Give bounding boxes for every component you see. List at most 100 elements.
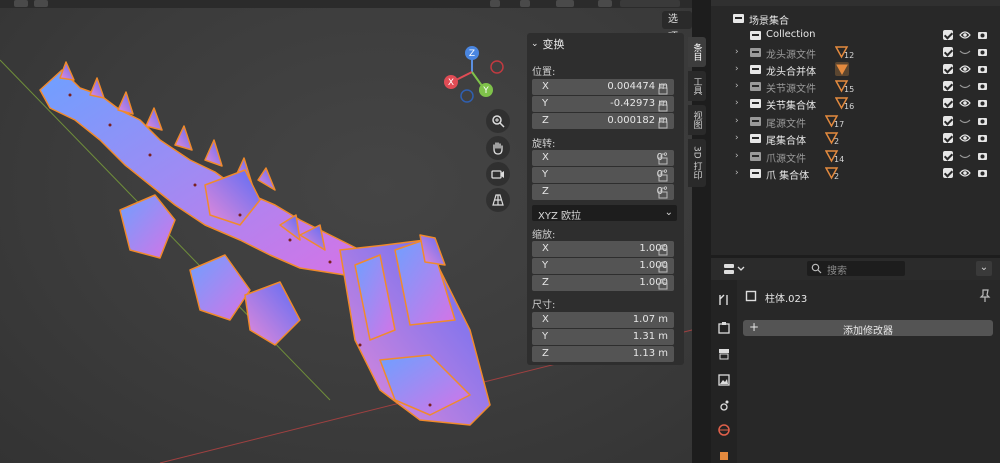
camera-view-button[interactable] <box>486 162 510 186</box>
scale-y-field[interactable]: Y 1.000 <box>532 258 674 274</box>
tab-world[interactable] <box>716 422 732 438</box>
rotation-mode-select[interactable]: XYZ 欧拉 ⌄ <box>532 205 677 222</box>
properties-search-input[interactable]: 搜索 <box>807 261 905 277</box>
exclude-checkbox[interactable] <box>943 133 953 143</box>
eye-icon[interactable] <box>959 64 971 74</box>
options-dropdown[interactable]: 选项 <box>662 11 692 43</box>
dimension-y-field[interactable]: Y 1.31 m <box>532 329 674 345</box>
exclude-checkbox[interactable] <box>943 81 953 91</box>
exclude-checkbox[interactable] <box>943 98 953 108</box>
scale-z-field[interactable]: Z 1.000 <box>532 275 674 291</box>
camera-icon[interactable] <box>977 133 988 143</box>
gizmo-neg-z[interactable] <box>460 89 474 103</box>
tab-tool[interactable]: 工具 <box>688 71 706 101</box>
mesh-count-badge: 2 <box>824 166 839 181</box>
exclude-checkbox[interactable] <box>943 168 953 178</box>
expand-arrow-icon[interactable]: › <box>735 98 739 108</box>
lock-icon[interactable] <box>658 117 668 129</box>
mesh-count-badge: 16 <box>834 96 854 111</box>
pan-view-button[interactable] <box>486 136 510 160</box>
outliner-row[interactable]: › 关节集合体 16 <box>711 95 1000 112</box>
navigation-gizmo[interactable]: Z X Y <box>440 44 510 104</box>
outliner-row[interactable]: › 爪源文件 14 <box>711 148 1000 165</box>
dimension-z-field[interactable]: Z 1.13 m <box>532 346 674 362</box>
zoom-view-button[interactable] <box>486 109 510 133</box>
eye-closed-icon[interactable] <box>959 116 971 126</box>
3d-viewport[interactable]: Z X Y 选项 ⌄ 变换 位置: X0.004474 m Y-0.42973 … <box>0 0 692 463</box>
tab-3d-print[interactable]: 3D 打印 <box>688 139 706 187</box>
dimension-x-field[interactable]: X 1.07 m <box>532 312 674 328</box>
tab-output[interactable] <box>716 346 732 362</box>
tab-tool-settings[interactable] <box>716 292 732 308</box>
eye-icon[interactable] <box>959 168 971 178</box>
exclude-checkbox[interactable] <box>943 64 953 74</box>
lock-icon[interactable] <box>658 170 668 182</box>
camera-icon[interactable] <box>977 151 988 161</box>
eye-icon[interactable] <box>959 98 971 108</box>
eye-icon[interactable] <box>959 133 971 143</box>
pin-icon[interactable] <box>979 289 991 303</box>
expand-arrow-icon[interactable]: › <box>735 81 739 91</box>
gizmo-neg-x[interactable] <box>490 60 504 74</box>
scene-collection-row[interactable]: 场景集合 <box>711 10 1000 27</box>
rotation-z-field[interactable]: Z 0° <box>532 184 674 200</box>
camera-icon[interactable] <box>977 116 988 126</box>
expand-arrow-icon[interactable]: › <box>735 47 739 57</box>
transform-header[interactable]: ⌄ 变换 <box>531 36 565 52</box>
eye-closed-icon[interactable] <box>959 81 971 91</box>
location-x-field[interactable]: X 0.004474 m <box>532 79 674 95</box>
outliner-row[interactable]: › 尾源文件 17 <box>711 113 1000 130</box>
options-dropdown-button[interactable]: ⌄ <box>976 261 992 276</box>
tab-view[interactable]: 视图 <box>688 105 706 135</box>
eye-closed-icon[interactable] <box>959 47 971 57</box>
hand-icon <box>493 142 503 155</box>
outliner-row-collection[interactable]: Collection <box>711 27 1000 44</box>
add-modifier-button[interactable]: + 添加修改器 <box>743 320 993 337</box>
outliner-row[interactable]: › 龙头源文件 12 <box>711 44 1000 61</box>
object-name[interactable]: 柱体.023 <box>765 290 807 305</box>
camera-icon[interactable] <box>977 47 988 57</box>
tab-object[interactable] <box>716 448 732 463</box>
camera-icon[interactable] <box>977 30 988 40</box>
tab-scene[interactable] <box>716 397 732 413</box>
exclude-checkbox[interactable] <box>943 47 953 57</box>
exclude-checkbox[interactable] <box>943 151 953 161</box>
location-y-field[interactable]: Y -0.42973 m <box>532 96 674 112</box>
lock-icon[interactable] <box>658 83 668 95</box>
eye-icon[interactable] <box>959 30 971 40</box>
expand-arrow-icon[interactable]: › <box>735 151 739 161</box>
exclude-checkbox[interactable] <box>943 116 953 126</box>
lock-icon[interactable] <box>658 100 668 112</box>
expand-arrow-icon[interactable]: › <box>735 133 739 143</box>
lock-icon[interactable] <box>658 244 668 256</box>
lock-icon[interactable] <box>658 261 668 273</box>
outliner-row[interactable]: › 关节源文件 15 <box>711 78 1000 95</box>
rotation-y-field[interactable]: Y 0° <box>532 167 674 183</box>
outliner-row[interactable]: › 爪 集合体 2 <box>711 165 1000 182</box>
perspective-toggle-button[interactable] <box>486 188 510 212</box>
tab-render[interactable] <box>716 320 732 336</box>
outliner-row[interactable]: › 尾集合体 2 <box>711 130 1000 147</box>
exclude-checkbox[interactable] <box>943 30 953 40</box>
lock-icon[interactable] <box>658 278 668 290</box>
lock-icon[interactable] <box>658 187 668 199</box>
editor-type-icon[interactable] <box>723 263 745 275</box>
lock-icon[interactable] <box>658 153 668 165</box>
camera-icon[interactable] <box>977 98 988 108</box>
collection-icon <box>750 152 761 161</box>
eye-closed-icon[interactable] <box>959 151 971 161</box>
rotation-x-field[interactable]: X 0° <box>532 150 674 166</box>
collection-icon <box>750 99 761 108</box>
camera-icon[interactable] <box>977 81 988 91</box>
expand-arrow-icon[interactable]: › <box>735 116 739 126</box>
tab-item[interactable]: 条目 <box>688 37 706 67</box>
location-z-field[interactable]: Z 0.000182 m <box>532 113 674 129</box>
expand-arrow-icon[interactable]: › <box>735 168 739 178</box>
expand-arrow-icon[interactable]: › <box>735 64 739 74</box>
scale-x-field[interactable]: X 1.000 <box>532 241 674 257</box>
camera-icon[interactable] <box>977 64 988 74</box>
object-icon <box>720 452 728 460</box>
outliner-row[interactable]: › 龙头合并体 <box>711 61 1000 78</box>
tab-view-layer[interactable] <box>716 372 732 388</box>
camera-icon[interactable] <box>977 168 988 178</box>
